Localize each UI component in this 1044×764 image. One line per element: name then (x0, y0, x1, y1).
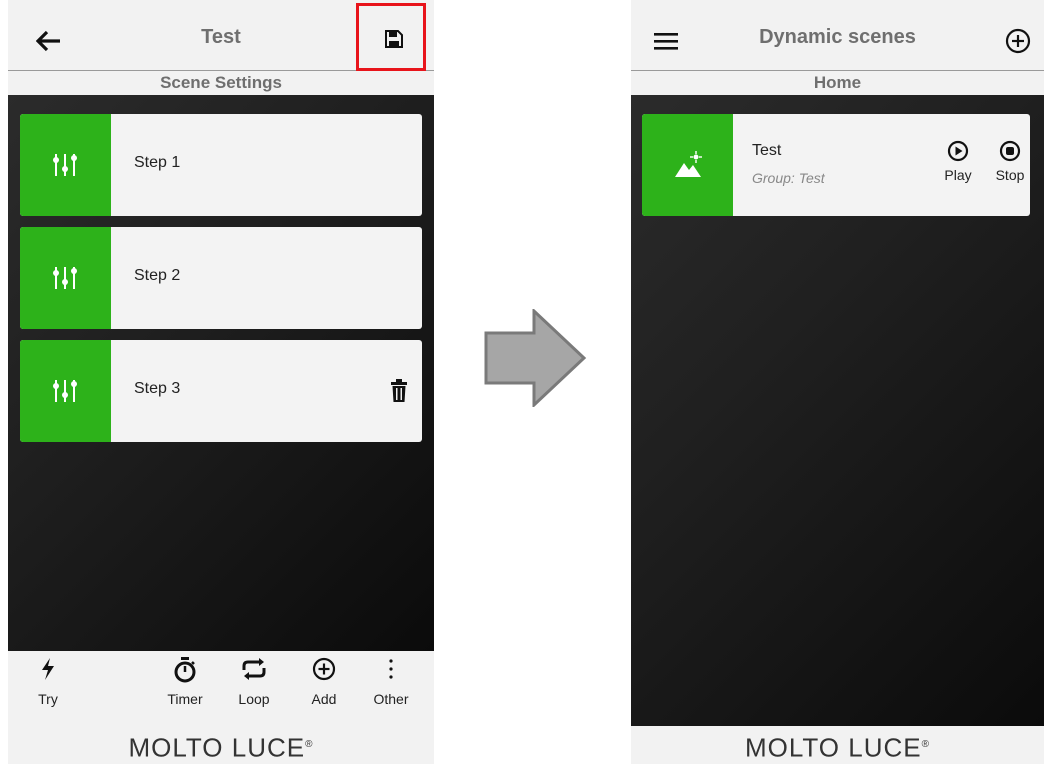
top-header: Dynamic scenes (631, 0, 1044, 71)
scene-settings-screen: Test Scene Settings Step 1 Step 2 Step 3… (8, 0, 434, 764)
play-circle-icon (947, 140, 969, 162)
step-label: Step 2 (134, 267, 181, 284)
add-step-button[interactable]: Add (304, 651, 344, 726)
step-thumbnail (20, 227, 111, 329)
landscape-image-icon (675, 151, 702, 177)
dynamic-scenes-screen: Dynamic scenes Home Test Group: Test Pla… (631, 0, 1044, 764)
top-header: Test (8, 0, 434, 71)
timer-button[interactable]: Timer (163, 651, 207, 726)
scene-thumbnail (642, 114, 733, 216)
bottom-toolbar: Try Timer Loop Add Other (8, 651, 434, 726)
add-scene-button[interactable] (1005, 28, 1031, 54)
vertical-dots-icon (389, 659, 393, 679)
steps-list: Step 1 Step 2 Step 3 (8, 95, 434, 651)
try-label: Try (38, 691, 58, 707)
transition-arrow-icon (484, 309, 587, 407)
page-subtitle: Scene Settings (8, 71, 434, 95)
scenes-list: Test Group: Test Play Stop (631, 95, 1044, 726)
repeat-icon (242, 658, 266, 680)
lightning-icon (42, 658, 54, 680)
stop-button[interactable]: Stop (990, 140, 1030, 183)
step-thumbnail (20, 114, 111, 216)
scene-card[interactable]: Test Group: Test Play Stop (642, 114, 1030, 216)
step-card-2[interactable]: Step 2 (20, 227, 422, 329)
step-label: Step 3 (134, 380, 181, 397)
stop-circle-icon (999, 140, 1021, 162)
scene-group: Group: Test (752, 170, 825, 186)
brand-logo: MOLTO LUCE® (8, 726, 434, 764)
delete-step-button[interactable] (390, 379, 408, 403)
loop-label: Loop (238, 691, 270, 707)
page-title: Dynamic scenes (759, 26, 916, 48)
stop-label: Stop (995, 167, 1025, 183)
floppy-disk-icon (385, 30, 403, 48)
play-button[interactable]: Play (938, 140, 978, 183)
equalizer-sliders-icon (53, 267, 77, 289)
timer-label: Timer (167, 691, 203, 707)
plus-circle-icon (312, 657, 336, 681)
add-label: Add (311, 691, 337, 707)
equalizer-sliders-icon (53, 380, 77, 402)
loop-button[interactable]: Loop (234, 651, 274, 726)
step-card-3[interactable]: Step 3 (20, 340, 422, 442)
other-button[interactable]: Other (368, 651, 414, 726)
trash-icon (391, 379, 407, 402)
stopwatch-icon (174, 657, 196, 683)
plus-circle-icon (1005, 28, 1031, 54)
brand-logo: MOLTO LUCE® (631, 726, 1044, 764)
step-card-1[interactable]: Step 1 (20, 114, 422, 216)
try-button[interactable]: Try (28, 651, 68, 726)
step-label: Step 1 (134, 154, 181, 171)
scene-name: Test (752, 142, 782, 159)
step-thumbnail (20, 340, 111, 442)
equalizer-sliders-icon (53, 154, 77, 176)
save-button[interactable] (356, 3, 426, 71)
other-label: Other (373, 691, 409, 707)
play-label: Play (944, 167, 972, 183)
page-subtitle: Home (631, 71, 1044, 95)
